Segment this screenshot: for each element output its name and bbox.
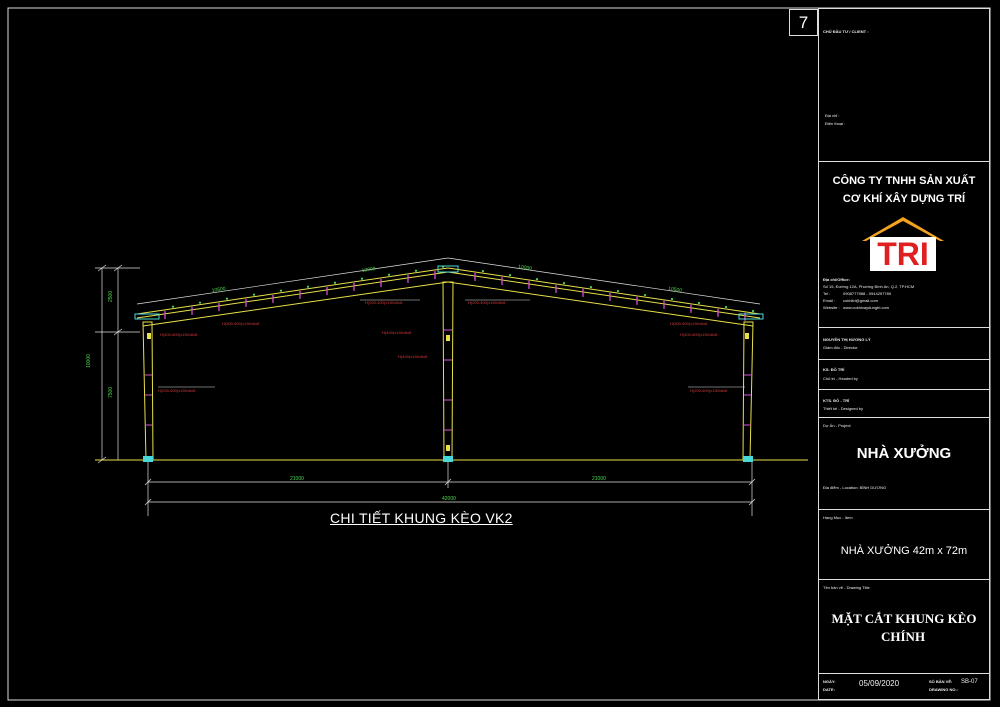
client-label: CHỦ ĐẦU TƯ / CLIENT : (823, 29, 869, 34)
purlin-dot (670, 297, 674, 301)
project-name: NHÀ XƯỞNG (856, 445, 952, 462)
web-label: Website : (823, 305, 840, 310)
date-label-en: DATE: (823, 687, 835, 692)
dim-rafter-2: 10000 (361, 266, 376, 274)
purlin-dot (279, 289, 283, 292)
purlin-dot (589, 285, 593, 289)
dim-span-total: 42000 (442, 496, 456, 502)
director-role: Giám đốc - Director (823, 345, 858, 350)
sheet-title-row (819, 579, 989, 580)
purlin-dot (535, 278, 539, 281)
frame-rafters (136, 267, 761, 327)
horizontal-dimensions (144, 462, 756, 516)
date-label: NGÀY: (823, 679, 836, 684)
company-logo: TRI (860, 215, 946, 271)
label-center-col-1: H(400)x150x6x8 (382, 330, 412, 335)
director-row (819, 327, 989, 328)
company-section (819, 161, 989, 162)
dim-height-total: 10000 (86, 354, 92, 368)
address-label: Địa chỉ : (825, 113, 840, 118)
dim-height-roof: 2500 (108, 291, 114, 302)
date-row (819, 673, 989, 674)
drafter-row (819, 389, 989, 390)
sheet-title-label: Tên bản vẽ - Drawing Title (823, 585, 870, 590)
purlin-dot (198, 301, 202, 304)
rafter-dim-lines (136, 257, 761, 305)
label-center-col-2: H(400)x150x6x8 (398, 354, 428, 359)
tel-label: Tel : (823, 291, 831, 296)
office-address: Số 15, Đường 12A, Phường Bình An, Q.2, T… (823, 284, 915, 289)
bolt-markers (147, 333, 749, 451)
drawing-no-label-en: DRAWING NO.: (929, 687, 958, 692)
frame-columns (142, 281, 754, 461)
purlin-dot (508, 274, 512, 277)
drawing-no-label: SỐ BẢN VẼ: (929, 679, 953, 684)
dim-rafter-3: 10000 (518, 264, 533, 272)
label-column-left-top: H(400-600)x150x6x8 (160, 332, 198, 337)
item-row (819, 509, 989, 510)
sheet-title-line1: MẶT CẮT KHUNG KÈO (831, 611, 977, 626)
purlin-dot (616, 289, 620, 293)
office-label: Địa chỉ/Office: (823, 277, 850, 282)
email-label: Email : (823, 298, 836, 303)
base-plates (143, 456, 753, 462)
label-haunch-left: H(300-600)x150x6x8 (222, 321, 260, 326)
purlin-dot (724, 305, 728, 309)
vertical-dimensions (95, 264, 140, 464)
phone-label: Điện thoại : (825, 121, 846, 126)
drafter-name: KTS. ĐỖ - TRÍ (823, 398, 850, 403)
purlin-dot (481, 270, 485, 273)
drafter-role: Thiết kế - Designed by (823, 406, 864, 411)
purlin-dots (171, 265, 755, 313)
company-name-line1: CÔNG TY TNHH SẢN XUẤT (832, 175, 976, 187)
dim-span-right: 21000 (592, 476, 606, 482)
title-block: CHỦ ĐẦU TƯ / CLIENT : Địa chỉ : Điện tho… (818, 8, 990, 700)
purlin-dot (751, 309, 755, 313)
label-column-right-top: H(400-600)x150x6x8 (680, 332, 718, 337)
label-leader-lines (158, 299, 745, 388)
purlin-dot (697, 301, 701, 305)
dim-rafter-4: 10500 (668, 286, 683, 294)
label-column-right: H(200-600)x150x6x8 (690, 388, 728, 393)
company-name-line2: CƠ KHÍ XÂY DỰNG TRÍ (842, 193, 966, 205)
purlin-dot (171, 305, 175, 308)
drawing-no-value: SB-07 (961, 679, 978, 685)
purlin-dot (225, 297, 229, 300)
purlin-dot (387, 273, 391, 276)
purlin-dot (360, 277, 364, 280)
eave-details (134, 265, 764, 320)
item-label: Hạng Mục - Item (823, 515, 853, 520)
label-column-left: H(200-600)x150x6x8 (158, 388, 196, 393)
location-label: Địa điểm - Location: BÌNH DƯƠNG (823, 485, 887, 490)
purlin-dot (252, 293, 256, 296)
purlin-dot (643, 293, 647, 297)
project-row (819, 417, 989, 418)
designer-name: KS. ĐỖ TRÍ (823, 367, 845, 372)
project-label: Dự Án - Project (823, 423, 851, 428)
date-value: 05/09/2020 (859, 679, 900, 688)
purlin-dot (306, 285, 310, 288)
dim-span-left: 21000 (290, 476, 304, 482)
item-name: NHÀ XƯỞNG 42m x 72m (840, 545, 968, 557)
drawing-caption: CHI TIẾT KHUNG KÈO VK2 (330, 510, 513, 526)
sheet-title-line2: CHÍNH (881, 629, 926, 644)
page-number: 7 (789, 9, 818, 36)
label-rafter-right: H(200-400)x150x5x8 (468, 300, 506, 305)
email-value: cokhitri@gmail.com (843, 298, 878, 303)
purlin-dot (333, 281, 337, 284)
stiffeners (145, 329, 751, 431)
designer-role: Chủ trì - Headed by (823, 376, 858, 381)
logo-text: TRI (877, 236, 929, 272)
dim-height-eave: 7500 (108, 387, 114, 398)
purlin-dot (562, 282, 566, 285)
director-name: NGUYỄN THỊ HƯƠNG LÝ (823, 337, 871, 342)
purlin-dot (414, 269, 418, 272)
label-rafter-left: H(200-400)x150x5x8 (365, 300, 403, 305)
designer-row (819, 359, 989, 360)
dim-rafter-1: 10500 (211, 286, 226, 294)
tel-value: 0908777988 - 0944297789 (843, 291, 892, 296)
purlins (164, 270, 746, 321)
web-value: www.cokhixaydungtri.com (843, 305, 890, 310)
label-haunch-right: H(300-600)x150x6x8 (670, 321, 708, 326)
